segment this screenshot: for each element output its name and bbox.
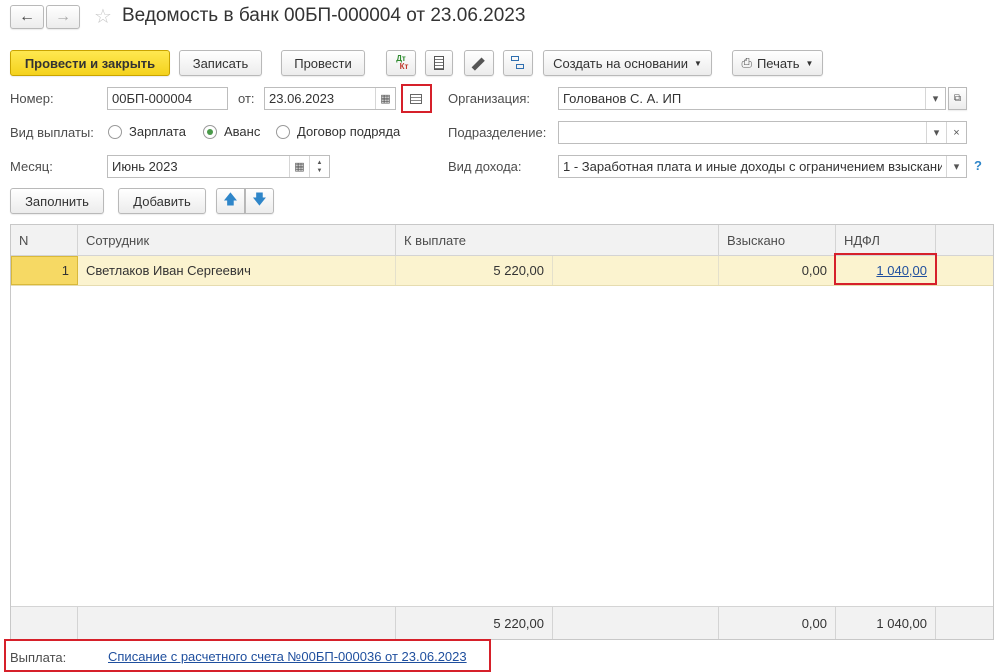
open-icon: ⧉: [953, 93, 962, 104]
column-collected[interactable]: Взыскано: [719, 225, 836, 256]
radio-contract-label: Договор подряда: [297, 124, 401, 139]
dt-kt-button[interactable]: Дт Кт: [386, 50, 416, 76]
create-based-on-button[interactable]: Создать на основании ▼: [543, 50, 712, 76]
hierarchy-icon: [511, 56, 525, 70]
total-to-pay: 5 220,00: [396, 607, 553, 639]
star-icon[interactable]: ☆: [94, 4, 112, 29]
arrow-right-icon: →: [55, 8, 71, 25]
column-ndfl[interactable]: НДФЛ: [836, 225, 936, 256]
total-collected: 0,00: [719, 607, 836, 639]
help-icon[interactable]: ?: [974, 158, 982, 173]
arrow-down-icon: 🡇: [252, 191, 267, 207]
document-list-icon: [434, 56, 444, 70]
radio-advance[interactable]: [203, 125, 217, 139]
post-and-close-button[interactable]: Провести и закрыть: [10, 50, 170, 76]
highlight-frame: [401, 84, 432, 113]
dt-kt-icon: Дт Кт: [396, 54, 409, 71]
total-extra: [553, 607, 719, 639]
calendar-icon[interactable]: ▦: [375, 88, 395, 109]
date-field[interactable]: 23.06.2023 ▦: [264, 87, 396, 110]
chevron-down-icon[interactable]: ▾: [946, 156, 966, 177]
organization-field[interactable]: Голованов С. А. ИП ▾: [558, 87, 946, 110]
page-title: Ведомость в банк 00БП-000004 от 23.06.20…: [122, 5, 526, 26]
table-header: N Сотрудник К выплате Взыскано НДФЛ: [11, 225, 993, 256]
date-label: от:: [238, 91, 255, 106]
column-n[interactable]: N: [11, 225, 78, 256]
income-type-field[interactable]: 1 - Заработная плата и иные доходы с огр…: [558, 155, 967, 178]
fill-button[interactable]: Заполнить: [10, 188, 104, 214]
structure-button[interactable]: [503, 50, 533, 76]
total-n: [11, 607, 78, 639]
income-type-label: Вид дохода:: [448, 159, 522, 174]
total-employee: [78, 607, 396, 639]
division-field[interactable]: × ▾: [558, 121, 967, 144]
number-label: Номер:: [10, 91, 54, 106]
report-button[interactable]: [425, 50, 453, 76]
clear-icon[interactable]: ×: [946, 122, 966, 143]
month-field[interactable]: Июнь 2023 ▦ ▲ ▼: [107, 155, 330, 178]
radio-salary[interactable]: [108, 125, 122, 139]
post-button[interactable]: Провести: [281, 50, 365, 76]
forward-button[interactable]: →: [46, 5, 80, 29]
month-label: Месяц:: [10, 159, 53, 174]
open-organization-button[interactable]: ⧉: [948, 87, 967, 110]
move-down-button[interactable]: 🡇: [245, 188, 274, 214]
calendar-icon[interactable]: ▦: [289, 156, 309, 177]
back-button[interactable]: ←: [10, 5, 44, 29]
radio-advance-label: Аванс: [224, 124, 261, 139]
total-ndfl: 1 040,00: [836, 607, 936, 639]
table-totals: 5 220,00 0,00 1 040,00: [11, 606, 993, 639]
chevron-down-icon[interactable]: ▾: [925, 88, 945, 109]
division-label: Подразделение:: [448, 125, 547, 140]
chevron-down-icon[interactable]: ▾: [926, 122, 946, 143]
highlight-frame: [834, 253, 937, 285]
chevron-down-icon: ▼: [805, 58, 814, 68]
add-button[interactable]: Добавить: [118, 188, 206, 214]
attach-button[interactable]: ❚: [464, 50, 494, 76]
arrow-up-icon: 🡅: [223, 191, 238, 207]
arrow-left-icon: ←: [19, 8, 35, 25]
column-employee[interactable]: Сотрудник: [78, 225, 396, 256]
row-n: 1: [11, 256, 78, 285]
highlight-frame: [4, 639, 491, 672]
print-button[interactable]: ⎙ Печать ▼: [732, 50, 823, 76]
payment-type-label: Вид выплаты:: [10, 125, 94, 140]
stepper-icon[interactable]: ▲ ▼: [309, 156, 329, 177]
row-collected: 0,00: [719, 256, 836, 285]
save-button[interactable]: Записать: [179, 50, 262, 76]
employees-table[interactable]: N Сотрудник К выплате Взыскано НДФЛ 1 Св…: [10, 224, 994, 640]
radio-contract[interactable]: [276, 125, 290, 139]
printer-icon: ⎙: [741, 55, 752, 70]
number-field[interactable]: 00БП-000004: [107, 87, 228, 110]
row-employee: Светлаков Иван Сергеевич: [78, 256, 396, 285]
chevron-down-icon: ▼: [693, 58, 702, 68]
organization-label: Организация:: [448, 91, 531, 106]
move-up-button[interactable]: 🡅: [216, 188, 245, 214]
paperclip-icon: ❚: [469, 52, 490, 73]
row-extra: [553, 256, 719, 285]
radio-salary-label: Зарплата: [129, 124, 186, 139]
row-to-pay: 5 220,00: [396, 256, 553, 285]
column-to-pay[interactable]: К выплате: [396, 225, 719, 256]
